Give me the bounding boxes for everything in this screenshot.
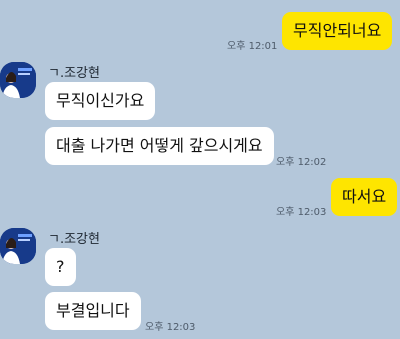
sender-name: ㄱ.조강현 [48,66,100,81]
profile-avatar[interactable] [0,62,36,98]
profile-avatar[interactable] [0,228,36,264]
avatar-image [0,62,36,98]
chat-area: 오후 12:01 무직안되너요 ㄱ.조강현 무직이신가요 대출 나가면 어떻게 … [0,0,400,339]
other-message-bubble[interactable]: ? [45,248,76,286]
message-time: 오후 12:03 [145,322,196,333]
other-message-bubble[interactable]: 부결입니다 [45,292,141,330]
message-time: 오후 12:02 [276,157,327,168]
sender-name: ㄱ.조강현 [48,232,100,247]
avatar-image [0,228,36,264]
my-message-bubble[interactable]: 따서요 [331,178,398,216]
message-time: 오후 12:03 [276,207,327,218]
other-message-bubble[interactable]: 대출 나가면 어떻게 갚으시게요 [45,127,274,165]
message-time: 오후 12:01 [227,41,278,52]
my-message-bubble[interactable]: 무직안되너요 [282,12,393,50]
other-message-bubble[interactable]: 무직이신가요 [45,82,156,120]
